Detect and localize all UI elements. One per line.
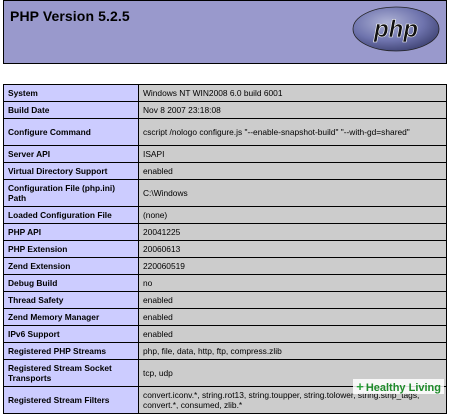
table-row: System Windows NT WIN2008 6.0 build 6001 xyxy=(3,84,447,102)
row-key: PHP API xyxy=(3,223,139,241)
page-title: PHP Version 5.2.5 xyxy=(10,8,130,24)
table-row: PHP API 20041225 xyxy=(3,223,447,241)
table-row: Build Date Nov 8 2007 23:18:08 xyxy=(3,101,447,119)
row-key: Loaded Configuration File xyxy=(3,206,139,224)
row-key: Build Date xyxy=(3,101,139,119)
row-key: PHP Extension xyxy=(3,240,139,258)
table-row: Virtual Directory Support enabled xyxy=(3,162,447,180)
table-row: Thread Safety enabled xyxy=(3,291,447,309)
table-row: Configure Command cscript /nologo configu… xyxy=(3,118,447,146)
phpinfo-header: PHP Version 5.2.5 php xyxy=(3,0,447,64)
row-value: 220060519 xyxy=(138,257,447,275)
row-value: (none) xyxy=(138,206,447,224)
row-value: enabled xyxy=(138,162,447,180)
row-key: Registered PHP Streams xyxy=(3,342,139,360)
row-key: Server API xyxy=(3,145,139,163)
row-key: Debug Build xyxy=(3,274,139,292)
row-value: Nov 8 2007 23:18:08 xyxy=(138,101,447,119)
php-logo-icon: php xyxy=(352,6,440,52)
php-logo-text: php xyxy=(373,16,418,43)
table-row: PHP Extension 20060613 xyxy=(3,240,447,258)
phpinfo-page: PHP Version 5.2.5 php System Windows NT W… xyxy=(3,0,447,414)
row-value: C:\Windows xyxy=(138,179,447,207)
table-row: IPv6 Support enabled xyxy=(3,325,447,343)
row-key: Registered Stream Filters xyxy=(3,386,139,414)
row-key: IPv6 Support xyxy=(3,325,139,343)
row-key: Configure Command xyxy=(3,118,139,146)
row-value: Windows NT WIN2008 6.0 build 6001 xyxy=(138,84,447,102)
plus-icon: + xyxy=(356,379,364,394)
row-key: Registered Stream Socket Transports xyxy=(3,359,139,387)
row-value: ISAPI xyxy=(138,145,447,163)
watermark: + Healthy Living xyxy=(353,379,444,394)
row-value: php, file, data, http, ftp, compress.zli… xyxy=(138,342,447,360)
row-value: enabled xyxy=(138,291,447,309)
table-row: Zend Memory Manager enabled xyxy=(3,308,447,326)
table-row: Loaded Configuration File (none) xyxy=(3,206,447,224)
table-row: Zend Extension 220060519 xyxy=(3,257,447,275)
row-value: cscript /nologo configure.js "--enable-s… xyxy=(138,118,447,146)
row-value: enabled xyxy=(138,325,447,343)
row-key: Zend Extension xyxy=(3,257,139,275)
table-row: Registered PHP Streams php, file, data, h… xyxy=(3,342,447,360)
row-key: Virtual Directory Support xyxy=(3,162,139,180)
row-value: enabled xyxy=(138,308,447,326)
row-key: Zend Memory Manager xyxy=(3,308,139,326)
row-key: Thread Safety xyxy=(3,291,139,309)
row-value: 20041225 xyxy=(138,223,447,241)
table-row: Server API ISAPI xyxy=(3,145,447,163)
table-row: Debug Build no xyxy=(3,274,447,292)
row-value: 20060613 xyxy=(138,240,447,258)
row-value: no xyxy=(138,274,447,292)
table-row: Configuration File (php.ini) Path C:\Wind… xyxy=(3,179,447,207)
phpinfo-table: System Windows NT WIN2008 6.0 build 6001 B… xyxy=(3,84,447,414)
row-key: System xyxy=(3,84,139,102)
row-key: Configuration File (php.ini) Path xyxy=(3,179,139,207)
watermark-text: Healthy Living xyxy=(365,382,441,394)
